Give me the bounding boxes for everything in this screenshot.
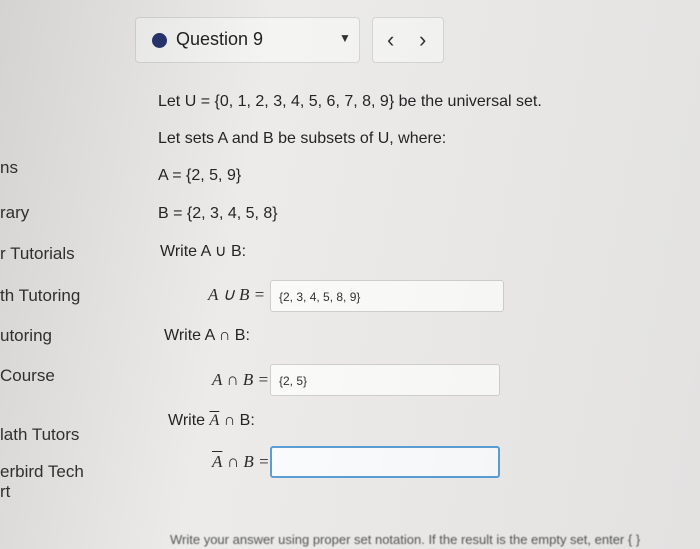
union-label: A ∪ B = [208, 285, 265, 305]
sidebar-item-math-tutors[interactable]: lath Tutors [0, 425, 79, 445]
sidebar-item-course[interactable]: Course [0, 366, 55, 386]
sidebar-item-support[interactable]: rt [0, 482, 10, 502]
sidebar-item-tutorials[interactable]: r Tutorials [0, 244, 75, 264]
prompt-intersection: Write A ∩ B: [164, 327, 250, 344]
complement-label-a: A [212, 452, 223, 471]
intersection-label: A ∩ B = [212, 370, 269, 390]
complement-answer-field[interactable] [270, 446, 500, 478]
answer-hint: Write your answer using proper set notat… [170, 532, 641, 547]
prompt-complement-prefix: Write [168, 412, 206, 429]
prompt-complement: Write A ∩ B: [168, 412, 255, 430]
chevron-right-icon[interactable]: › [419, 27, 426, 53]
prompt-complement-suffix: ∩ B: [223, 412, 255, 429]
prompt-union: Write A ∪ B: [160, 243, 247, 260]
union-answer-field[interactable]: {2, 3, 4, 5, 8, 9} [270, 280, 504, 312]
sidebar-item-math-tutoring[interactable]: th Tutoring [0, 286, 80, 306]
question-selector[interactable]: Question 9 ▼ [135, 17, 360, 63]
set-a-text: A = {2, 5, 9} [158, 167, 242, 184]
status-dot [152, 33, 167, 48]
question-title: Question 9 [176, 29, 264, 49]
sidebar-item-tutoring[interactable]: utoring [0, 326, 52, 346]
universal-set-text: Let U = {0, 1, 2, 3, 4, 5, 6, 7, 8, 9} b… [158, 93, 542, 110]
caret-down-icon: ▼ [339, 31, 351, 45]
intersection-label-text: A ∩ B = [212, 370, 269, 389]
intersection-answer-field[interactable]: {2, 5} [270, 364, 500, 396]
set-b-text: B = {2, 3, 4, 5, 8} [158, 205, 278, 222]
complement-label-suffix: ∩ B = [226, 452, 270, 471]
subsets-text: Let sets A and B be subsets of U, where: [158, 130, 447, 147]
sidebar-item-1[interactable]: ns [0, 158, 18, 178]
sidebar-item-tech[interactable]: erbird Tech [0, 462, 84, 482]
chevron-left-icon[interactable]: ‹ [387, 27, 394, 53]
complement-a-symbol: A [209, 412, 220, 429]
complement-label: A ∩ B = [212, 452, 269, 472]
sidebar-item-library[interactable]: rary [0, 203, 29, 223]
question-nav: ‹ › [372, 17, 444, 63]
sidebar: ns rary r Tutorials th Tutoring utoring … [0, 0, 130, 549]
union-label-text: A ∪ B = [208, 285, 266, 304]
